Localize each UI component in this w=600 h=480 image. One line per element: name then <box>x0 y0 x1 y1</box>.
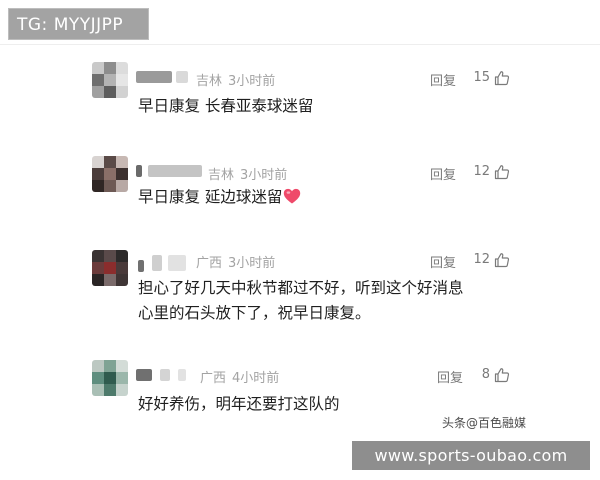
comment-time: 3小时前 <box>228 74 276 89</box>
username-blurred <box>148 165 202 177</box>
watermark-bottom: www.sports-oubao.com <box>352 441 590 470</box>
reply-button[interactable]: 回复 <box>437 367 463 386</box>
comment-text-row: 早日康复 延边球迷留 <box>138 185 301 209</box>
comment-location: 广西 <box>196 256 223 271</box>
thumbs-up-icon[interactable] <box>494 70 510 86</box>
avatar[interactable] <box>92 250 128 286</box>
username-blurred[interactable] <box>138 260 144 272</box>
username-blurred <box>178 369 186 381</box>
watermark-top: TG: MYYJJPP <box>8 8 149 40</box>
like-count: 12 <box>473 164 490 179</box>
username-blurred[interactable] <box>136 369 152 381</box>
like-count: 15 <box>473 70 490 85</box>
comment-time: 3小时前 <box>228 256 276 271</box>
comment-location: 吉林 <box>196 74 223 89</box>
source-credit: 头条@百色融媒 <box>442 416 527 430</box>
comment-page: 吉林 3小时前 回复 15 早日康复 长春亚泰球迷留 吉林 3小时前 回复 12 <box>0 0 600 480</box>
comment-location: 广西 <box>200 371 227 386</box>
comment-time: 3小时前 <box>240 168 288 183</box>
username-blurred <box>160 369 170 381</box>
reply-button[interactable]: 回复 <box>430 70 456 89</box>
username-blurred <box>176 71 188 83</box>
heart-icon <box>284 188 301 204</box>
top-divider <box>0 44 600 45</box>
comment-location: 吉林 <box>208 168 235 183</box>
comment-text-line-1: 担心了好几天中秋节都过不好，听到这个好消息 <box>138 279 464 297</box>
thumbs-up-icon[interactable] <box>494 252 510 268</box>
username-blurred <box>152 255 162 271</box>
avatar[interactable] <box>92 62 128 98</box>
reply-button[interactable]: 回复 <box>430 164 456 183</box>
avatar[interactable] <box>92 360 128 396</box>
avatar[interactable] <box>92 156 128 192</box>
comment-text-line-2: 心里的石头放下了，祝早日康复。 <box>138 304 371 322</box>
comment-text: 早日康复 延边球迷留 <box>138 188 283 206</box>
thumbs-up-icon[interactable] <box>494 164 510 180</box>
comment-text: 好好养伤，明年还要打这队的 <box>138 395 340 413</box>
thumbs-up-icon[interactable] <box>494 367 510 383</box>
like-count: 8 <box>481 367 490 382</box>
reply-button[interactable]: 回复 <box>430 252 456 271</box>
comment-time: 4小时前 <box>232 371 280 386</box>
username-blurred[interactable] <box>136 165 142 177</box>
username-blurred[interactable] <box>136 71 172 83</box>
comment-text: 早日康复 长春亚泰球迷留 <box>138 97 314 115</box>
username-blurred <box>168 255 186 271</box>
like-count: 12 <box>473 252 490 267</box>
